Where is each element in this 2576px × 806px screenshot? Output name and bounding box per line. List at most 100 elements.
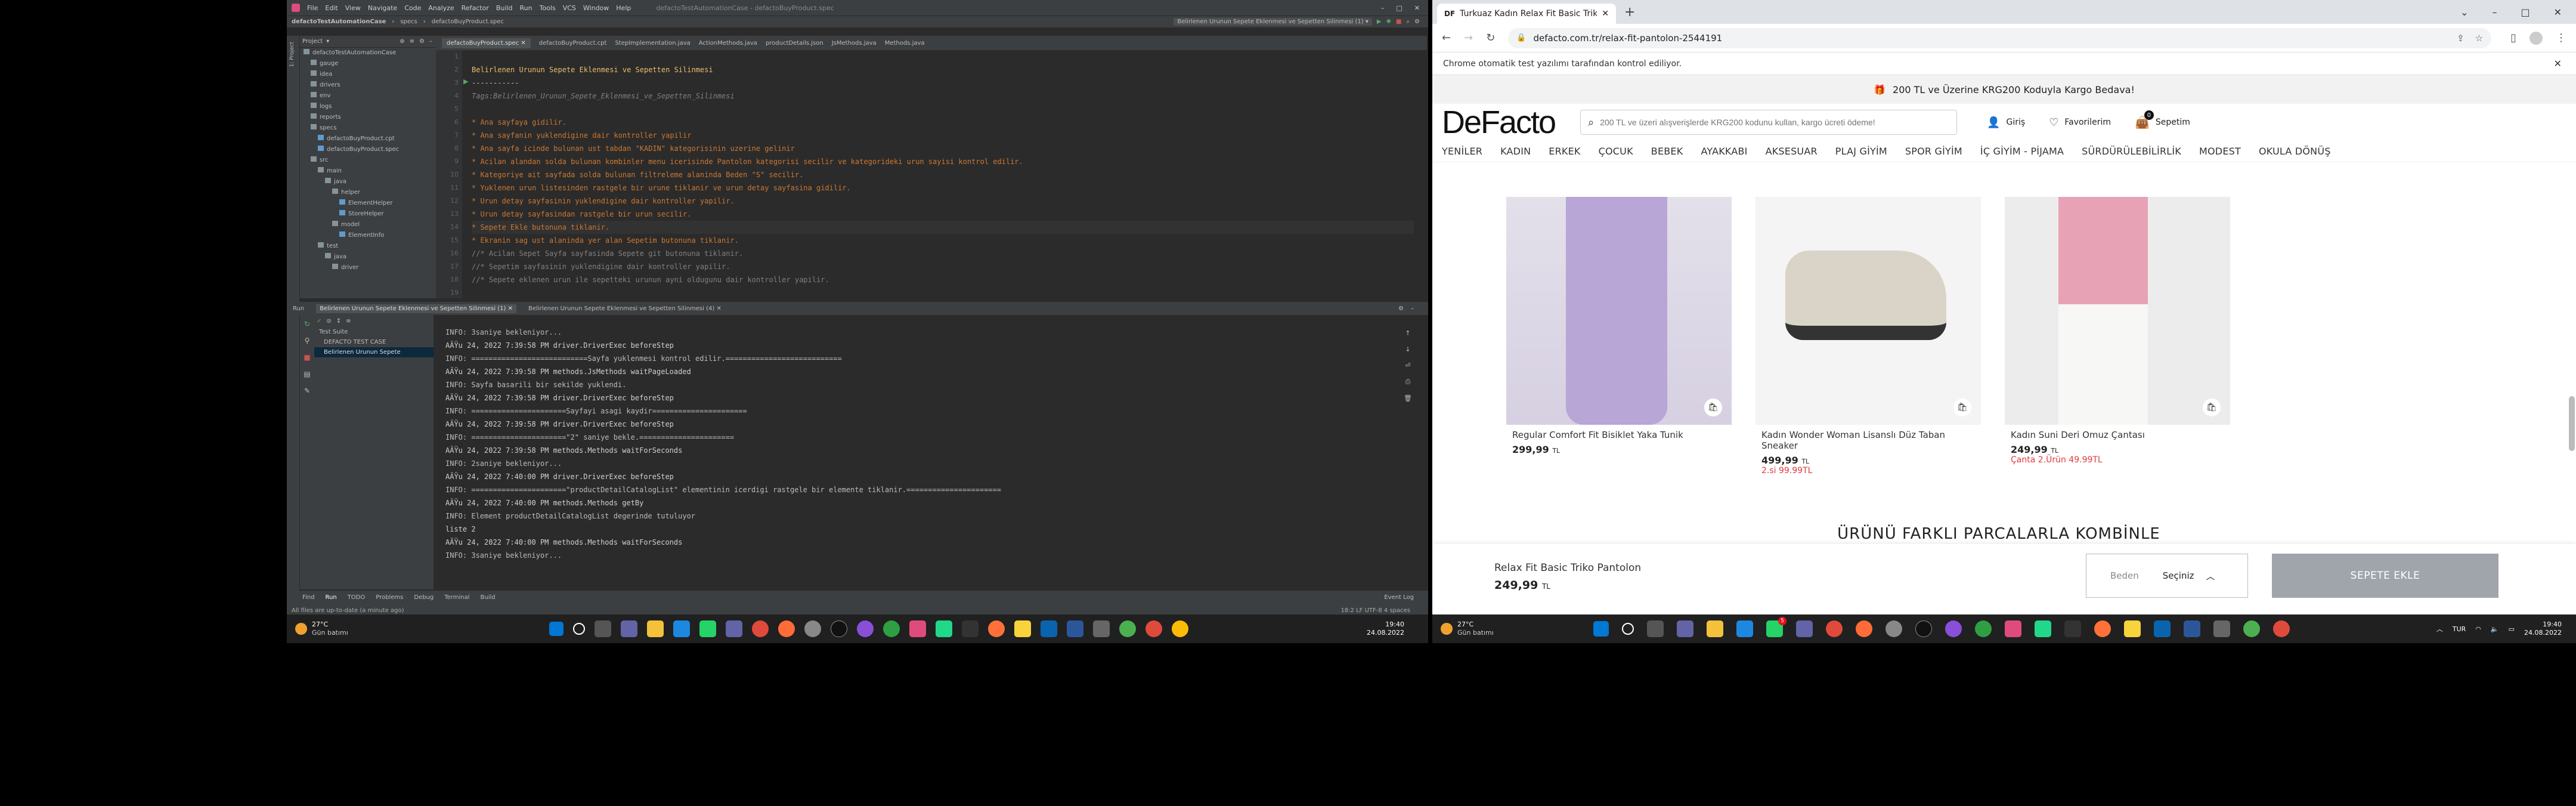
tool-tab-debug[interactable]: Debug [414, 594, 434, 601]
github-icon[interactable] [831, 620, 847, 637]
code-line[interactable]: * Urun detay sayfasinin yuklendigine dai… [472, 194, 1414, 208]
github-icon[interactable] [1915, 620, 1932, 637]
app-icon[interactable] [1945, 620, 1962, 637]
search-input[interactable] [1600, 118, 1957, 127]
nav-category[interactable]: MODEST [2199, 146, 2241, 157]
code-line[interactable]: Tags:Belirlenen_Urunun_Sepete_Eklenmesi_… [472, 89, 1414, 103]
search-icon[interactable] [1622, 623, 1634, 635]
project-tree-node[interactable]: drivers [300, 80, 436, 91]
clock-right[interactable]: 19:40 24.08.2022 [2524, 620, 2562, 637]
chat-icon[interactable] [621, 620, 637, 637]
product-name[interactable]: Kadın Suni Deri Omuz Çantası [2005, 430, 2230, 440]
add-to-cart-button[interactable]: SEPETE EKLE [2272, 554, 2498, 598]
sticky-notes-icon[interactable] [1014, 620, 1031, 637]
locate-icon[interactable]: ⊕ [400, 38, 404, 45]
project-tree-node[interactable]: test [300, 241, 436, 252]
print-icon[interactable]: ⎙ [1405, 378, 1411, 386]
maximize-icon[interactable]: □ [2521, 7, 2529, 18]
menu-navigate[interactable]: Navigate [368, 4, 397, 12]
sort-icon[interactable]: ↕ [336, 318, 341, 325]
task-view-icon[interactable] [1647, 620, 1664, 637]
reload-icon[interactable]: ↻ [1486, 32, 1495, 44]
status-position[interactable]: 18:2 LF UTF-8 4 spaces [1340, 607, 1428, 614]
blocked-icon[interactable]: ⊘ [326, 318, 331, 325]
menu-code[interactable]: Code [404, 4, 421, 12]
product-image[interactable]: 🛍 [1755, 197, 1981, 425]
battery-icon[interactable]: ▭ [2509, 625, 2515, 633]
test-node-case[interactable]: DEFACTO TEST CASE [314, 337, 434, 347]
tab-defactobuyproduct-cpt[interactable]: defactoBuyProduct.cpt [539, 40, 607, 47]
bookmark-star-icon[interactable]: ☆ [2475, 33, 2483, 44]
add-to-bag-icon[interactable]: 🛍 [1953, 399, 1971, 416]
infobar-close-icon[interactable]: ✕ [2554, 58, 2576, 69]
nav-category[interactable]: İÇ GİYİM - PİJAMA [1980, 146, 2064, 157]
menu-analyze[interactable]: Analyze [428, 4, 454, 12]
gear-icon[interactable]: ⚙ [1398, 305, 1404, 312]
code-line[interactable]: ----------- [472, 76, 1414, 89]
size-select[interactable]: Beden Seçiniz ︿ [2086, 554, 2248, 598]
scroll-down-icon[interactable]: ↓ [1405, 345, 1410, 353]
volume-icon[interactable]: 🔈 [2491, 625, 2499, 633]
menu-run[interactable]: Run [520, 4, 532, 12]
language-indicator[interactable]: TUR [2453, 625, 2466, 633]
code-line[interactable]: //* Sepete eklenen urun ile sepetteki ur… [472, 273, 1414, 286]
project-tree-node[interactable]: idea [300, 69, 436, 80]
pycharm-icon[interactable] [2035, 620, 2051, 637]
menu-view[interactable]: View [345, 4, 361, 12]
search-icon[interactable] [573, 623, 585, 635]
code-line[interactable]: * Ana sayfaya gidilir. [472, 116, 1414, 129]
settings-icon[interactable]: ⚙ [1414, 18, 1420, 25]
tab-defactobuyproduct-spec[interactable]: defactoBuyProduct.spec ✕ [442, 38, 531, 48]
project-tree-node[interactable]: src [300, 155, 436, 166]
rerun-icon[interactable]: ↻ [304, 320, 310, 328]
task-view-icon[interactable] [595, 620, 611, 637]
app-icon[interactable] [2213, 620, 2230, 637]
postman-icon[interactable] [778, 620, 795, 637]
nav-category[interactable]: ERKEK [1549, 146, 1580, 157]
project-tree-node[interactable]: ElementInfo [300, 230, 436, 241]
outlook-icon[interactable] [2154, 620, 2171, 637]
expand-icon[interactable]: ≡ [346, 318, 351, 325]
project-tree-node[interactable]: defactoTestAutomationCase [300, 48, 436, 58]
dropdown-icon[interactable]: ▾ [326, 38, 329, 45]
code-line[interactable] [472, 50, 1414, 63]
project-tree-node[interactable]: defactoBuyProduct.spec [300, 144, 436, 155]
app-icon[interactable] [962, 620, 979, 637]
menu-refactor[interactable]: Refactor [462, 4, 489, 12]
browser-tab-active[interactable]: DF Turkuaz Kadın Relax Fit Basic Trik...… [1437, 4, 1616, 24]
wifi-icon[interactable]: ◠ [2475, 625, 2481, 633]
product-card[interactable]: 🛍 Kadın Suni Deri Omuz Çantası 249,99 TL… [2005, 197, 2230, 465]
tab-stepimplementation[interactable]: StepImplementation.java [615, 40, 690, 47]
project-tree-node[interactable]: java [300, 252, 436, 263]
chrome-icon[interactable] [2243, 620, 2260, 637]
menu-tools[interactable]: Tools [540, 4, 556, 12]
whatsapp-icon[interactable]: 5 [1766, 617, 1787, 637]
defacto-logo[interactable]: DeFacto [1442, 104, 1556, 141]
project-tree-node[interactable]: reports [300, 112, 436, 123]
settings-run-icon[interactable]: ✎ [304, 387, 310, 395]
layout-icon[interactable]: ▤ [304, 370, 310, 378]
clock-left[interactable]: 19:40 24.08.2022 [1367, 620, 1428, 637]
close-icon[interactable]: ✕ [1414, 4, 1420, 12]
wrap-icon[interactable]: ⏎ [1405, 362, 1410, 369]
product-card[interactable]: 🛍 Kadın Wonder Woman Lisanslı Düz Taban … [1755, 197, 1981, 475]
app-icon[interactable] [883, 620, 900, 637]
firefox-icon[interactable] [2094, 620, 2111, 637]
intellij-icon[interactable] [909, 620, 926, 637]
nav-category[interactable]: BEBEK [1651, 146, 1683, 157]
project-tree-node[interactable]: logs [300, 101, 436, 112]
code-line[interactable]: * Sepete Ekle butonuna tiklanir. [472, 221, 1414, 234]
nav-category[interactable]: ÇOCUK [1599, 146, 1633, 157]
product-name[interactable]: Kadın Wonder Woman Lisanslı Düz Taban Sn… [1755, 430, 1981, 451]
minimize-icon[interactable]: – [2492, 7, 2497, 18]
pin-icon[interactable]: ⚲ [305, 336, 310, 345]
address-bar[interactable]: 🔒 defacto.com.tr/relax-fit-pantolon-2544… [1508, 27, 2492, 48]
test-node-suite[interactable]: Test Suite [314, 327, 434, 337]
chrome-icon[interactable] [2273, 620, 2290, 637]
menu-vcs[interactable]: VCS [563, 4, 576, 12]
breadcrumb-specs[interactable]: specs [400, 18, 417, 25]
page-scrollbar[interactable] [2569, 396, 2575, 451]
chat-icon[interactable] [1677, 620, 1693, 637]
code-line[interactable]: * Ana sayfanin yuklendigine dair kontrol… [472, 129, 1414, 142]
project-tree-node[interactable]: StoreHelper [300, 209, 436, 220]
